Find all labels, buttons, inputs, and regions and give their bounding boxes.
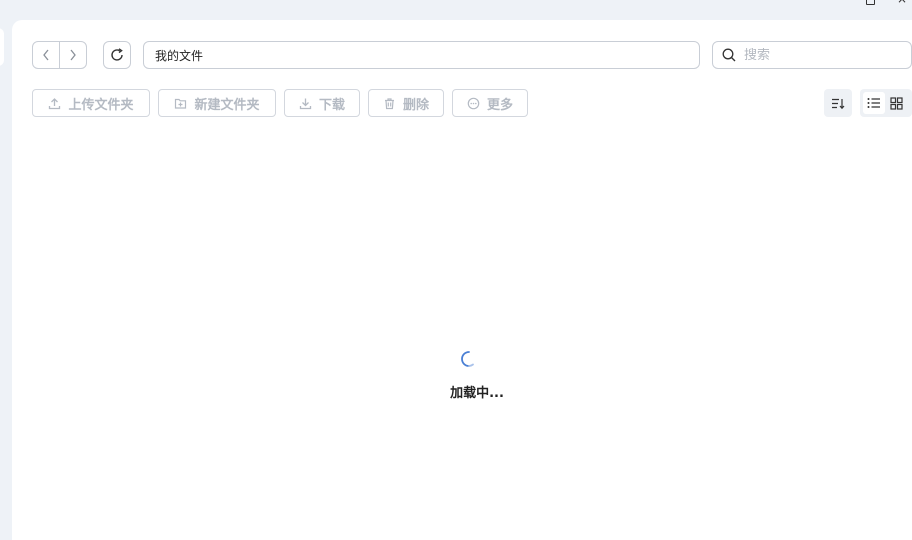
delete-button[interactable]: 删除 [368, 89, 444, 117]
more-button[interactable]: 更多 [452, 89, 528, 117]
path-value: 我的文件 [155, 48, 204, 63]
download-button[interactable]: 下载 [284, 89, 360, 117]
history-nav-group [32, 41, 87, 69]
view-mode-toggle [860, 89, 912, 117]
forward-button[interactable] [59, 42, 86, 68]
loading-text: 加载中... [450, 386, 504, 401]
more-icon [467, 97, 480, 109]
trash-icon [384, 97, 394, 109]
new-folder-icon [175, 98, 187, 109]
sort-icon [832, 98, 845, 109]
sort-button[interactable] [824, 89, 852, 117]
search-icon [722, 48, 736, 62]
list-view-button[interactable] [863, 92, 885, 114]
sidebar-edge [0, 28, 4, 66]
back-button[interactable] [33, 42, 59, 68]
refresh-button[interactable] [103, 41, 131, 69]
delete-label: 删除 [402, 97, 429, 113]
search-input[interactable] [744, 47, 894, 63]
upload-folder-button[interactable]: 上传文件夹 [32, 89, 150, 117]
loading-spinner-icon [461, 351, 474, 367]
download-icon [299, 98, 312, 109]
chevron-left-icon [43, 49, 49, 61]
path-input[interactable]: 我的文件 [143, 41, 700, 69]
grid-view-icon [889, 96, 903, 110]
list-view-icon [867, 98, 880, 108]
window-controls: × [832, 0, 912, 8]
more-label: 更多 [486, 97, 513, 113]
close-icon[interactable]: × [897, 0, 907, 5]
chevron-right-icon [70, 49, 76, 61]
restore-icon[interactable] [866, 0, 875, 5]
new-folder-button[interactable]: 新建文件夹 [158, 89, 276, 117]
grid-view-button[interactable] [885, 92, 907, 114]
download-label: 下载 [318, 97, 345, 113]
upload-icon [49, 97, 61, 109]
refresh-icon [111, 48, 123, 61]
search-field[interactable] [712, 41, 912, 69]
upload-folder-label: 上传文件夹 [68, 97, 134, 113]
new-folder-label: 新建文件夹 [194, 97, 260, 113]
